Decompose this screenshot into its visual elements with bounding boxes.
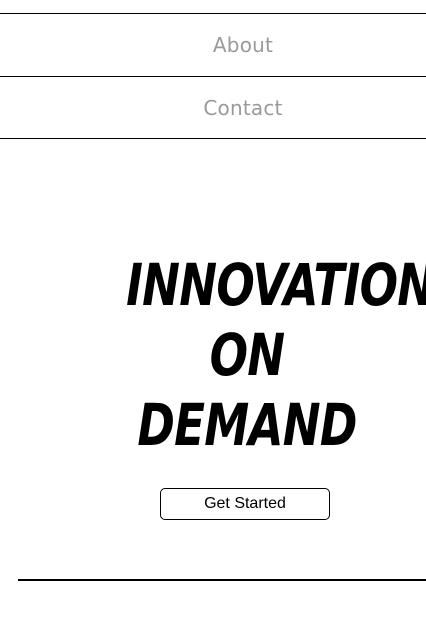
get-started-button[interactable]: Get Started [160, 488, 330, 520]
hero-title: INNOVATION ON DEMAND [126, 250, 426, 460]
hero-title-line-2: ON [209, 321, 286, 389]
nav-item-contact[interactable]: Contact [0, 77, 426, 139]
hero-title-line-1: INNOVATION [126, 251, 426, 319]
hero-title-line-3: DEMAND [137, 391, 357, 459]
top-nav: About Contact [0, 13, 426, 139]
footer-divider [18, 579, 426, 581]
nav-item-about[interactable]: About [0, 14, 426, 77]
